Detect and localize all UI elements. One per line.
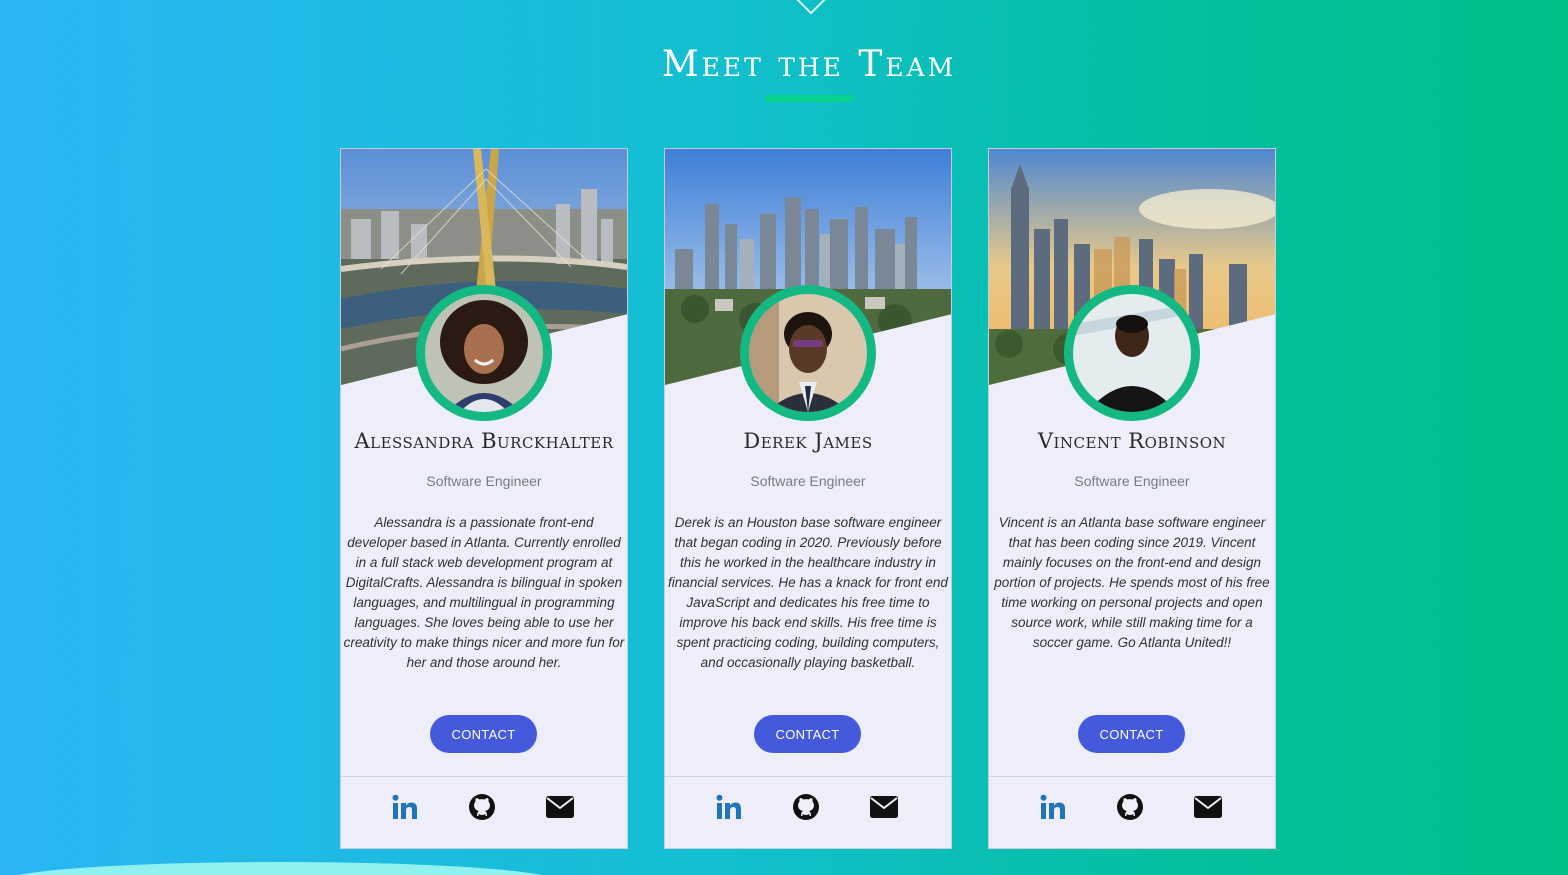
team-card-alessandra: Alessandra Burckhalter Software Engineer… xyxy=(340,148,628,849)
email-icon[interactable] xyxy=(1194,793,1222,821)
member-role: Software Engineer xyxy=(1074,473,1190,489)
avatar-ring xyxy=(416,285,552,421)
member-bio: Alessandra is a passionate front-end dev… xyxy=(343,515,625,670)
section-title: Meet the Team xyxy=(661,44,957,85)
member-name: Derek James xyxy=(743,429,873,453)
team-card-vincent: Vincent Robinson Software Engineer Vince… xyxy=(988,148,1276,849)
member-name: Alessandra Burckhalter xyxy=(354,429,614,453)
github-icon[interactable] xyxy=(1116,793,1144,821)
member-role: Software Engineer xyxy=(426,473,542,489)
social-links xyxy=(989,776,1275,848)
member-name: Vincent Robinson xyxy=(1037,429,1227,453)
scroll-chevron-down-icon[interactable] xyxy=(795,0,827,15)
avatar xyxy=(425,294,543,412)
member-bio: Derek is an Houston base software engine… xyxy=(668,515,948,670)
github-icon[interactable] xyxy=(792,793,820,821)
avatar xyxy=(749,294,867,412)
title-underline xyxy=(764,95,854,102)
avatar xyxy=(1073,294,1191,412)
contact-button[interactable]: CONTACT xyxy=(1078,715,1185,753)
github-icon[interactable] xyxy=(468,793,496,821)
linkedin-icon[interactable] xyxy=(391,793,419,821)
contact-button[interactable]: CONTACT xyxy=(430,715,537,753)
decorative-wave xyxy=(0,862,560,875)
social-links xyxy=(341,776,627,848)
member-role: Software Engineer xyxy=(750,473,866,489)
email-icon[interactable] xyxy=(546,793,574,821)
avatar-ring xyxy=(1064,285,1200,421)
social-links xyxy=(665,776,951,848)
contact-button[interactable]: CONTACT xyxy=(754,715,861,753)
avatar-ring xyxy=(740,285,876,421)
linkedin-icon[interactable] xyxy=(1039,793,1067,821)
member-bio: Vincent is an Atlanta base software engi… xyxy=(994,515,1270,650)
linkedin-icon[interactable] xyxy=(715,793,743,821)
team-card-derek: Derek James Software Engineer Derek is a… xyxy=(664,148,952,849)
email-icon[interactable] xyxy=(870,793,898,821)
